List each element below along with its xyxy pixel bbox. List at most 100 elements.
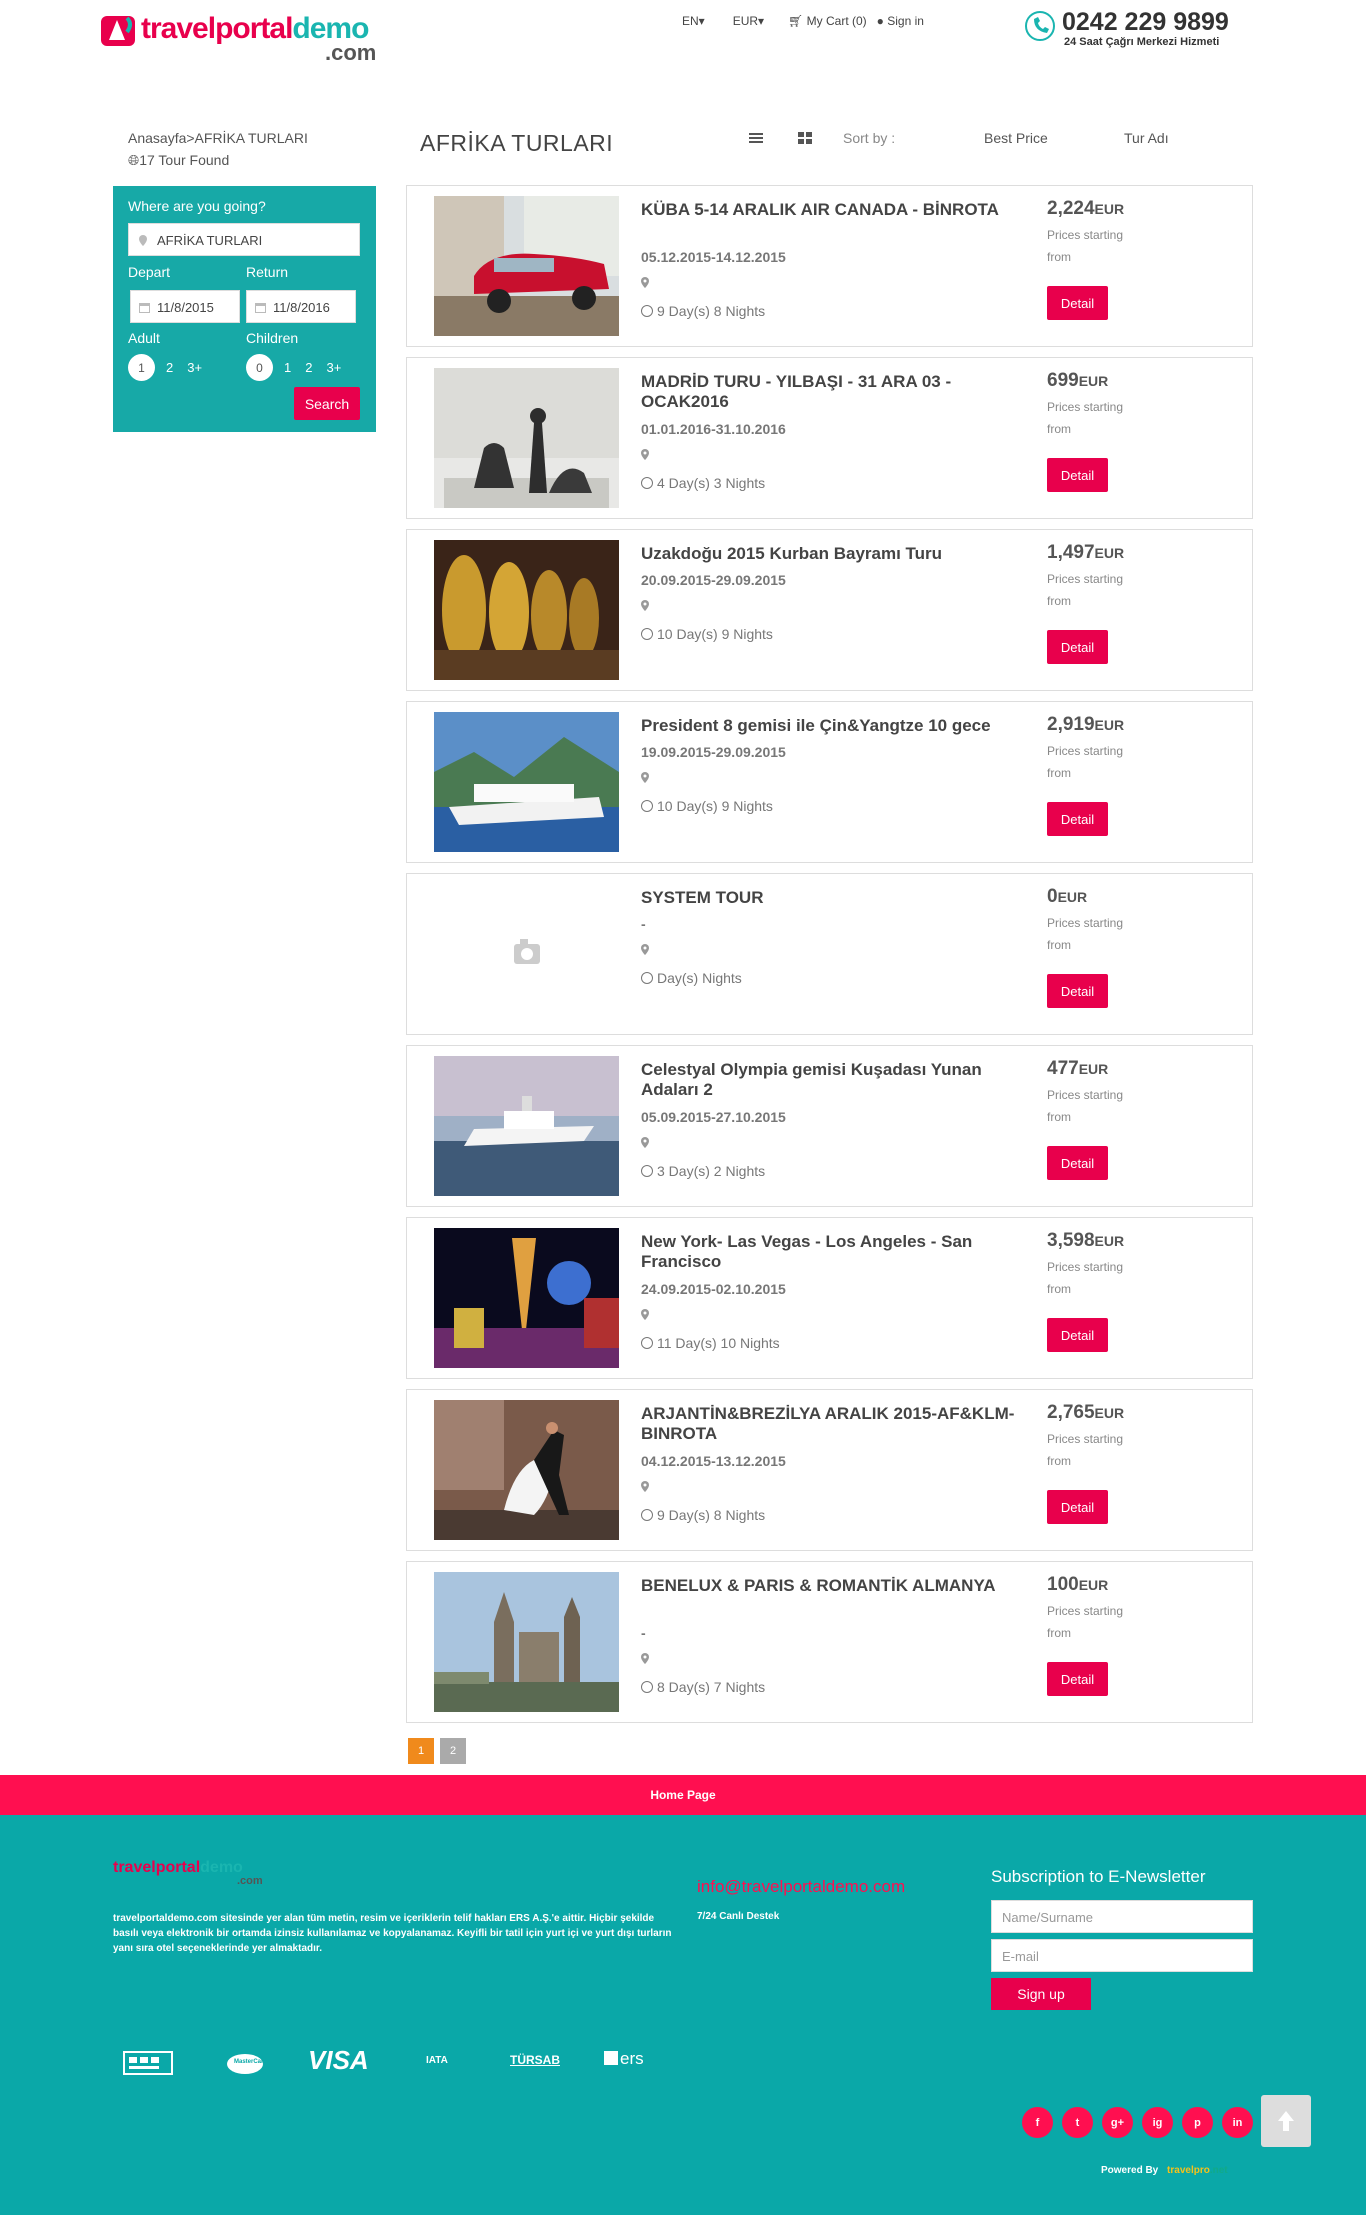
return-date-input[interactable]: 11/8/2016	[246, 290, 356, 323]
price-note: Prices starting from	[1047, 1604, 1124, 1640]
price-note: Prices starting from	[1047, 1088, 1124, 1124]
tour-name[interactable]: New York- Las Vegas - Los Angeles - San …	[641, 1232, 1021, 1272]
map-pin-icon	[641, 943, 649, 958]
logo-suffix: .com	[325, 40, 377, 65]
language-select[interactable]: EN▾	[682, 14, 705, 28]
page-1-button[interactable]: 1	[408, 1738, 434, 1764]
tour-date: 05.09.2015-27.10.2015	[641, 1109, 786, 1125]
tour-image[interactable]	[434, 196, 619, 336]
tour-price: 2,224EUR	[1047, 198, 1125, 219]
tour-image[interactable]	[434, 368, 619, 508]
currency-select[interactable]: EUR▾	[733, 14, 764, 28]
tour-image[interactable]	[434, 1572, 619, 1712]
tour-price: 2,919EUR	[1047, 714, 1125, 735]
detail-button[interactable]: Detail	[1047, 974, 1108, 1008]
children-selector: 0 1 2 3+	[246, 354, 344, 381]
detail-button[interactable]: Detail	[1047, 1490, 1108, 1524]
tour-image[interactable]	[434, 1228, 619, 1368]
tour-date: 04.12.2015-13.12.2015	[641, 1453, 786, 1469]
tour-image[interactable]	[434, 712, 619, 852]
detail-button[interactable]: Detail	[1047, 286, 1108, 320]
tour-card: KÜBA 5-14 ARALIK AIR CANADA - BİNROTA 05…	[406, 185, 1253, 347]
tour-card: MADRİD TURU - YILBAŞI - 31 ARA 03 - OCAK…	[406, 357, 1253, 519]
site-logo[interactable]: travelportaldemo .com	[99, 8, 376, 65]
linkedin-icon[interactable]: in	[1222, 2107, 1253, 2138]
tour-duration: 8 Day(s) 7 Nights	[641, 1679, 765, 1695]
list-view-icon[interactable]	[748, 130, 764, 146]
clock-icon	[641, 628, 653, 640]
detail-button[interactable]: Detail	[1047, 1662, 1108, 1696]
price-note: Prices starting from	[1047, 1260, 1124, 1296]
destination-input[interactable]: AFRİKA TURLARI	[128, 223, 360, 256]
sort-label: Sort by :	[843, 130, 896, 146]
adult-option-selected[interactable]: 1	[128, 354, 155, 381]
grid-view-icon[interactable]	[797, 130, 813, 146]
facebook-icon[interactable]: f	[1022, 2107, 1053, 2138]
breadcrumb[interactable]: Anasayfa>AFRİKA TURLARI	[128, 130, 308, 146]
search-button[interactable]: Search	[294, 387, 360, 420]
detail-button[interactable]: Detail	[1047, 630, 1108, 664]
map-pin-icon	[641, 1480, 649, 1495]
newsletter-email-input[interactable]: E-mail	[991, 1939, 1253, 1972]
tour-price: 1,497EUR	[1047, 542, 1125, 563]
signin-link[interactable]: ● Sign in	[877, 14, 924, 28]
tour-name[interactable]: MADRİD TURU - YILBAŞI - 31 ARA 03 - OCAK…	[641, 372, 1021, 412]
tour-duration: 3 Day(s) 2 Nights	[641, 1163, 765, 1179]
tour-image[interactable]	[434, 884, 619, 1024]
home-page-link[interactable]: Home Page	[0, 1775, 1366, 1815]
tour-card: SYSTEM TOUR - Day(s) Nights 0EUR Prices …	[406, 873, 1253, 1035]
cart-link[interactable]: 🛒︎ My Cart (0)	[788, 14, 867, 28]
children-option[interactable]: 1	[281, 360, 294, 375]
adult-option[interactable]: 3+	[184, 360, 205, 375]
tour-name[interactable]: KÜBA 5-14 ARALIK AIR CANADA - BİNROTA	[641, 200, 1021, 220]
price-note: Prices starting from	[1047, 572, 1124, 608]
tour-name[interactable]: BENELUX & PARIS & ROMANTİK ALMANYA	[641, 1576, 1021, 1596]
calendar-icon	[255, 301, 266, 316]
powered-by[interactable]: Powered By travelpro.net	[1101, 2165, 1228, 2176]
tour-name[interactable]: SYSTEM TOUR	[641, 888, 1021, 908]
tour-name[interactable]: President 8 gemisi ile Çin&Yangtze 10 ge…	[641, 716, 1021, 736]
depart-label: Depart	[128, 264, 171, 280]
page-2-button[interactable]: 2	[440, 1738, 466, 1764]
detail-button[interactable]: Detail	[1047, 1146, 1108, 1180]
tour-duration: 10 Day(s) 9 Nights	[641, 798, 773, 814]
detail-button[interactable]: Detail	[1047, 458, 1108, 492]
children-option-selected[interactable]: 0	[246, 354, 273, 381]
tour-image[interactable]	[434, 1400, 619, 1540]
footer-email-link[interactable]: info@travelportaldemo.com	[697, 1877, 905, 1897]
tour-name[interactable]: Uzakdoğu 2015 Kurban Bayramı Turu	[641, 544, 1021, 564]
sort-best-price[interactable]: Best Price	[984, 130, 1048, 146]
children-option[interactable]: 2	[302, 360, 315, 375]
map-pin-icon	[641, 448, 649, 463]
newsletter-name-input[interactable]: Name/Surname	[991, 1900, 1253, 1933]
tour-name[interactable]: Celestyal Olympia gemisi Kuşadası Yunan …	[641, 1060, 1021, 1100]
map-pin-icon	[641, 599, 649, 614]
children-option[interactable]: 3+	[323, 360, 344, 375]
scroll-to-top-button[interactable]	[1261, 2095, 1311, 2147]
detail-button[interactable]: Detail	[1047, 1318, 1108, 1352]
detail-button[interactable]: Detail	[1047, 802, 1108, 836]
newsletter-signup-button[interactable]: Sign up	[991, 1978, 1091, 2010]
footer-logo[interactable]: travelportaldemo .com	[113, 1859, 263, 1887]
phone-number[interactable]: 0242 229 9899	[1062, 8, 1229, 37]
footer-about-text: travelportaldemo.com sitesinde yer alan …	[113, 1913, 672, 1954]
tour-image[interactable]	[434, 540, 619, 680]
pinterest-icon[interactable]: p	[1182, 2107, 1213, 2138]
instagram-icon[interactable]: ig	[1142, 2107, 1173, 2138]
adult-selector: 1 2 3+	[128, 354, 205, 381]
tour-image[interactable]	[434, 1056, 619, 1196]
google-plus-icon[interactable]: g+	[1102, 2107, 1133, 2138]
phone-icon	[1025, 11, 1055, 41]
tour-card: Celestyal Olympia gemisi Kuşadası Yunan …	[406, 1045, 1253, 1207]
tour-duration: 10 Day(s) 9 Nights	[641, 626, 773, 642]
map-pin-icon	[641, 1136, 649, 1151]
iata-logo: IATA	[426, 2055, 448, 2066]
adult-option[interactable]: 2	[163, 360, 176, 375]
tour-name[interactable]: ARJANTİN&BREZİLYA ARALIK 2015-AF&KLM-BIN…	[641, 1404, 1021, 1444]
sort-tour-name[interactable]: Tur Adı	[1124, 130, 1169, 146]
globe-icon: 🌐︎	[128, 152, 140, 168]
twitter-icon[interactable]: t	[1062, 2107, 1093, 2138]
footer-support-text: 7/24 Canlı Destek	[697, 1911, 780, 1922]
depart-date-input[interactable]: 11/8/2015	[130, 290, 240, 323]
price-note: Prices starting from	[1047, 916, 1124, 952]
